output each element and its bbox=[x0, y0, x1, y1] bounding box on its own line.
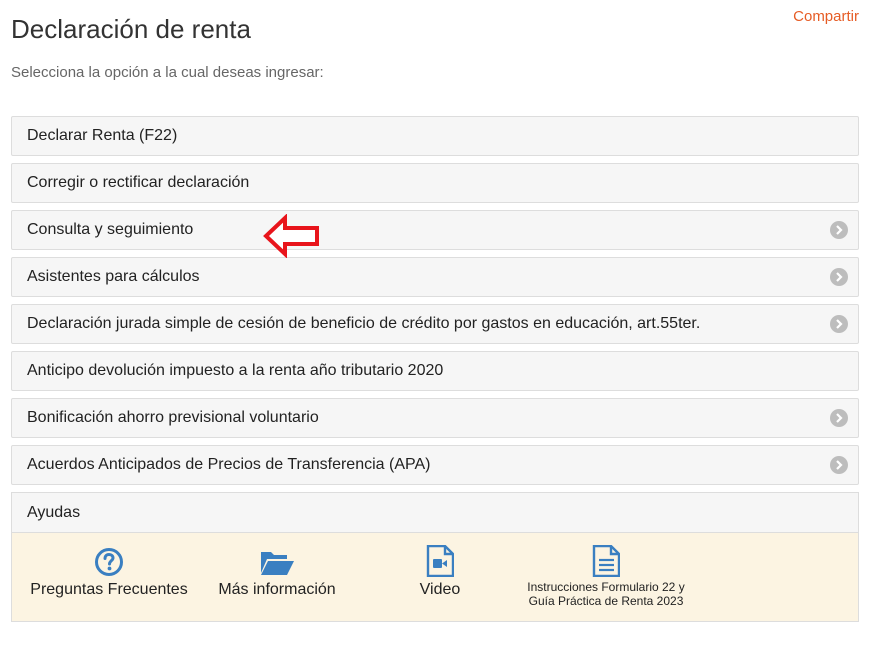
option-label: Consulta y seguimiento bbox=[27, 221, 194, 238]
chevron-right-icon bbox=[830, 268, 848, 286]
option-label: Anticipo devolución impuesto a la renta … bbox=[27, 362, 444, 379]
chevron-right-icon bbox=[830, 409, 848, 427]
chevron-right-icon bbox=[830, 221, 848, 239]
help-item-label: Instrucciones Formulario 22 y Guía Práct… bbox=[516, 580, 696, 608]
chevron-right-icon bbox=[830, 315, 848, 333]
option-corregir-declaracion[interactable]: Corregir o rectificar declaración bbox=[11, 163, 859, 203]
options-accordion: Declarar Renta (F22) Corregir o rectific… bbox=[11, 116, 859, 622]
option-acuerdos-apa[interactable]: Acuerdos Anticipados de Precios de Trans… bbox=[11, 445, 859, 485]
page-subtitle: Selecciona la opción a la cual deseas in… bbox=[11, 64, 324, 81]
option-label: Asistentes para cálculos bbox=[27, 268, 200, 285]
help-header[interactable]: Ayudas bbox=[11, 492, 859, 532]
help-item-label: Preguntas Frecuentes bbox=[30, 581, 188, 598]
help-item-label: Video bbox=[419, 581, 461, 598]
help-instructions-link[interactable]: Instrucciones Formulario 22 y Guía Práct… bbox=[516, 543, 696, 608]
option-declaracion-jurada-educacion[interactable]: Declaración jurada simple de cesión de b… bbox=[11, 304, 859, 344]
share-link[interactable]: Compartir bbox=[793, 8, 859, 25]
option-declarar-renta[interactable]: Declarar Renta (F22) bbox=[11, 116, 859, 156]
document-icon bbox=[516, 543, 696, 577]
option-consulta-seguimiento[interactable]: Consulta y seguimiento bbox=[11, 210, 859, 250]
help-panel: Preguntas Frecuentes Más información Vid… bbox=[11, 532, 859, 622]
help-section: Ayudas Preguntas Frecuentes Más informac… bbox=[11, 492, 859, 622]
option-label: Declarar Renta (F22) bbox=[27, 127, 178, 144]
question-circle-icon bbox=[30, 543, 188, 577]
help-item-label-line: Guía Práctica de Renta 2023 bbox=[528, 594, 684, 608]
option-label: Bonificación ahorro previsional voluntar… bbox=[27, 409, 319, 426]
folder-open-icon bbox=[212, 543, 342, 577]
option-bonificacion-apv[interactable]: Bonificación ahorro previsional voluntar… bbox=[11, 398, 859, 438]
option-anticipo-devolucion[interactable]: Anticipo devolución impuesto a la renta … bbox=[11, 351, 859, 391]
help-faq-link[interactable]: Preguntas Frecuentes bbox=[30, 543, 188, 599]
annotation-arrow-left-icon bbox=[263, 214, 319, 258]
help-more-info-link[interactable]: Más información bbox=[212, 543, 342, 599]
page-title: Declaración de renta bbox=[11, 14, 251, 44]
option-asistentes-calculos[interactable]: Asistentes para cálculos bbox=[11, 257, 859, 297]
help-item-label-line: Instrucciones Formulario 22 y bbox=[527, 580, 685, 594]
option-label: Acuerdos Anticipados de Precios de Trans… bbox=[27, 456, 431, 473]
help-item-label: Más información bbox=[218, 581, 336, 598]
help-title: Ayudas bbox=[27, 503, 81, 521]
video-file-icon bbox=[400, 543, 480, 577]
chevron-right-icon bbox=[830, 456, 848, 474]
help-video-link[interactable]: Video bbox=[400, 543, 480, 599]
option-label: Corregir o rectificar declaración bbox=[27, 174, 250, 191]
option-label: Declaración jurada simple de cesión de b… bbox=[27, 315, 701, 332]
